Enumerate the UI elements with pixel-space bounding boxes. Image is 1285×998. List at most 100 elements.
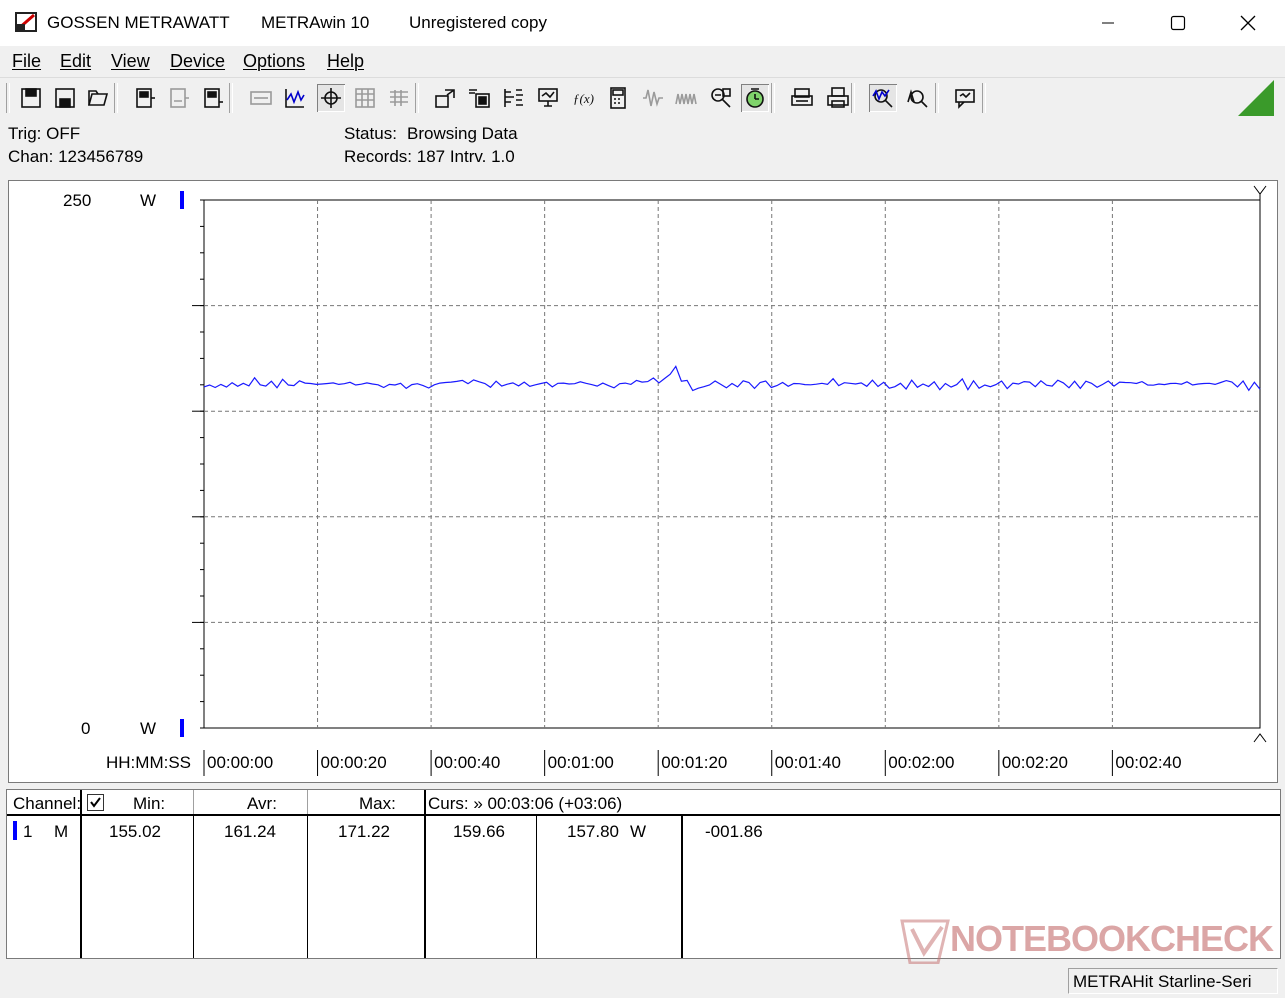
header-min: Min: [133,794,166,813]
svg-text:ƒ(x): ƒ(x) [573,91,594,106]
timer-icon [746,88,764,108]
meter-read-button[interactable] [131,84,159,112]
import-icon [469,89,490,108]
wave2-button[interactable] [672,84,700,112]
menu-help[interactable]: Help [327,51,364,72]
header-avr: Avr: [247,794,277,813]
toolbar-grip [6,83,10,113]
print-icon [827,87,849,108]
wave2-icon [675,93,697,105]
status-bar: METRAHit Starline-Seri [0,964,1285,998]
toolbar-separator [114,83,118,113]
table-header-divider [7,814,1280,816]
power-series-line [203,365,1261,392]
row-difference: -001.86 [705,822,763,841]
toolbar-separator [229,83,233,113]
column-divider [307,790,308,814]
open-button[interactable] [85,84,113,112]
zoom-button[interactable] [869,84,897,112]
calculator-icon [610,87,626,109]
meter-settings-icon [170,88,189,108]
device-status-text: METRAHit Starline-Seri [1073,972,1252,991]
header-channel: Channel: [13,794,82,813]
row-avr: 161.24 [224,822,276,841]
toolbar-separator [415,83,419,113]
formula-button[interactable]: ƒ(x) [569,84,597,112]
title-app: METRAwin 10 [261,13,370,32]
wave-button[interactable] [639,84,667,112]
process-button[interactable] [707,84,735,112]
x-tick-label: 00:00:40 [434,753,500,772]
save-button[interactable] [17,84,45,112]
row-channel-mode: M [54,822,69,841]
x-tick-label: 00:00:00 [207,753,273,772]
meter-button[interactable] [199,84,227,112]
cursor-view-button[interactable] [317,84,345,112]
menu-edit[interactable]: Edit [60,51,91,72]
calculator-button[interactable] [604,84,632,112]
wave-icon [643,89,663,107]
print-button[interactable] [824,84,852,112]
checkmark-icon [90,797,101,808]
y-max-label: 250 [63,191,91,210]
records-status: Records: 187 Intrv. 1.0 [344,147,515,166]
menu-device[interactable]: Device [170,51,225,72]
y-min-label: 0 [81,719,90,738]
save-as-icon [55,88,75,108]
show-all-checkbox[interactable] [87,794,104,811]
cursor-bottom-marker[interactable] [1253,733,1267,743]
digital-display-icon [250,91,272,105]
zoom-area-button[interactable] [904,84,932,112]
save-as-button[interactable] [51,84,79,112]
export-icon [435,89,455,108]
info-icon [955,89,975,109]
import-button[interactable] [465,84,493,112]
minimize-icon [1102,22,1114,24]
close-button[interactable] [1213,0,1283,46]
meter-icon [204,88,223,108]
column-divider [307,816,308,958]
chart-svg[interactable]: 00:00:00 00:00:20 00:00:40 00:01:00 00:01:20… [9,181,1277,782]
row-cursor2: 157.80 [567,822,619,841]
row-max: 171.22 [338,822,390,841]
maximize-button[interactable] [1143,0,1213,46]
table-view-button[interactable] [351,84,379,112]
table-view-icon [355,88,375,108]
info-button[interactable] [951,84,979,112]
list-view-icon [390,90,408,106]
minimize-button[interactable] [1073,0,1143,46]
open-icon [87,90,109,106]
formula-icon: ƒ(x) [573,91,594,106]
status-value: Browsing Data [407,124,518,143]
x-tick-label: 00:01:20 [661,753,727,772]
header-max: Max: [359,794,396,813]
config-button[interactable] [500,84,528,112]
meter-settings-button[interactable] [165,84,193,112]
menu-options[interactable]: Options [243,51,305,72]
digital-display-button[interactable] [247,84,275,112]
timer-button[interactable] [741,84,769,112]
print-preview-button[interactable] [788,84,816,112]
pc-button[interactable] [534,84,562,112]
y-max-unit: W [140,191,156,210]
chart-view-button[interactable] [281,84,309,112]
row-min: 155.02 [109,822,161,841]
channels-status: Chan: 123456789 [8,147,144,166]
zoom-area-icon [907,89,928,108]
status-label: Status: [344,124,397,143]
cursor-top-marker[interactable] [1253,185,1267,200]
menu-view[interactable]: View [111,51,150,72]
x-tick-label: 00:00:20 [321,753,387,772]
menu-file[interactable]: File [12,51,41,72]
list-view-button[interactable] [385,84,413,112]
row-channel-number: 1 [23,822,33,841]
x-tick-label: 00:02:40 [1115,753,1181,772]
plot-area[interactable] [203,199,1261,729]
channel-axis-marker [180,719,184,737]
process-icon [711,88,731,108]
app-logo-icon [15,12,37,32]
export-button[interactable] [431,84,459,112]
chart-panel[interactable]: 00:00:00 00:00:20 00:00:40 00:01:00 00:01:20… [8,180,1278,783]
header-cursor: Curs: » 00:03:06 (+03:06) [428,794,623,813]
watermark-text: NOTEBOOKCHECK [950,918,1274,959]
